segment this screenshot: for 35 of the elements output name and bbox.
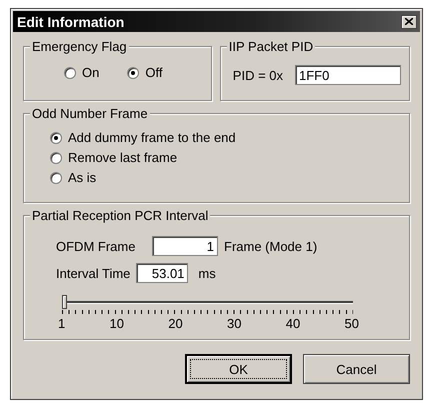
radio-label[interactable]: On <box>82 65 100 80</box>
radio-button[interactable] <box>50 172 62 184</box>
scale-label: 10 <box>110 316 124 331</box>
close-button[interactable] <box>401 14 417 28</box>
radio-button[interactable] <box>50 152 62 164</box>
field-label: OFDM Frame <box>56 238 136 254</box>
radio-button[interactable] <box>64 66 76 78</box>
dialog-button[interactable]: OK <box>185 354 292 384</box>
field-label: PID = 0x <box>232 68 283 82</box>
input-field[interactable]: 1 <box>152 236 218 256</box>
slider-thumb[interactable] <box>62 295 67 309</box>
radio-button[interactable] <box>127 66 140 78</box>
input-field[interactable]: 53.01 <box>136 263 188 283</box>
radio-button[interactable] <box>50 132 62 144</box>
scale-label: 20 <box>168 316 183 331</box>
group-label: IIP Packet PID <box>226 39 316 54</box>
unit-label: Frame (Mode 1) <box>224 238 318 254</box>
radio-label[interactable]: As is <box>68 170 96 185</box>
dialog-button[interactable]: Cancel <box>303 354 410 384</box>
unit-label: ms <box>198 266 216 280</box>
scale-label: 50 <box>344 316 359 331</box>
slider[interactable] <box>62 294 353 310</box>
scale-label: 40 <box>286 316 300 331</box>
scale-label: 30 <box>227 316 242 331</box>
group-label: Emergency Flag <box>30 39 129 54</box>
radio-label[interactable]: Off <box>145 65 162 80</box>
group-label: Odd Number Frame <box>30 106 150 121</box>
close-icon <box>405 18 413 25</box>
field-label: Interval Time <box>56 266 130 280</box>
radio-label[interactable]: Add dummy frame to the end <box>68 130 236 145</box>
group-label: Partial Reception PCR Interval <box>30 208 210 223</box>
window-title: Edit Information <box>17 14 124 30</box>
scale-label: 1 <box>58 316 66 331</box>
radio-label[interactable]: Remove last frame <box>68 150 178 165</box>
input-field[interactable]: 1FF0 <box>295 65 401 85</box>
